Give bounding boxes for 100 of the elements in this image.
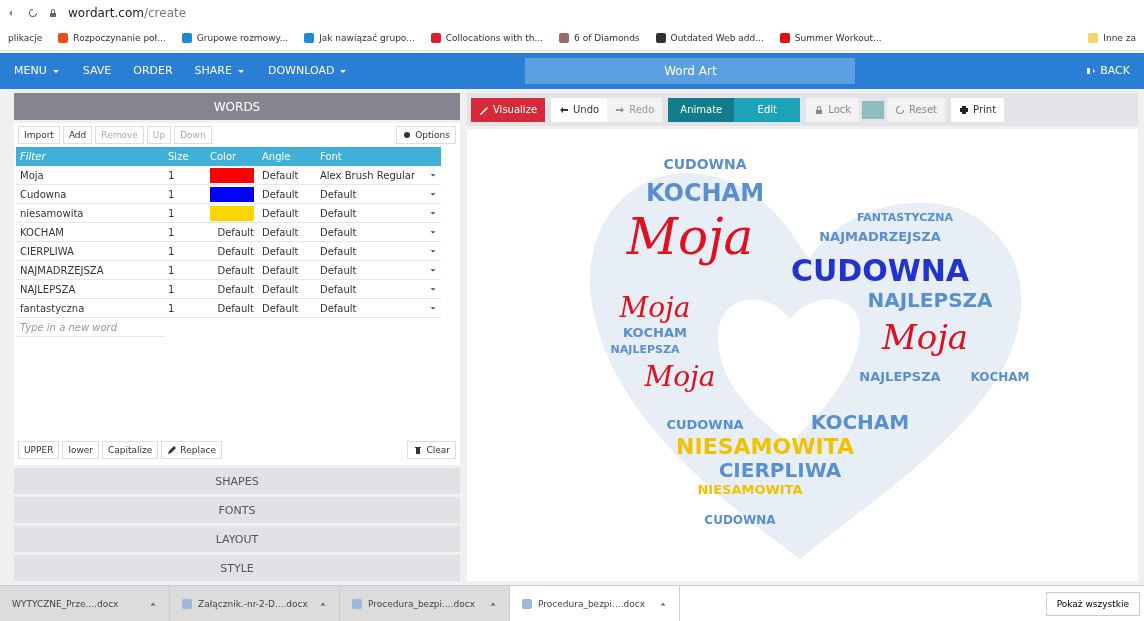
table-cell: Default <box>258 280 316 299</box>
font-dropdown[interactable]: Default <box>316 242 441 261</box>
bookmark[interactable]: Collocations with th... <box>430 33 544 44</box>
cloud-word: CUDOWNA <box>663 156 747 172</box>
caret-icon <box>429 247 437 255</box>
document-icon <box>352 598 362 609</box>
table-cell: 1 <box>164 261 206 280</box>
font-dropdown[interactable]: Default <box>316 185 441 204</box>
cloud-word: NIESAMOWITA <box>697 482 803 497</box>
cloud-word: NAJMADRZEJSZA <box>819 229 941 244</box>
download-item[interactable]: Procedura_bezpi....docx <box>340 585 510 621</box>
table-cell: Moja <box>16 166 164 185</box>
show-all-button[interactable]: Pokaż wszystkie <box>1045 591 1140 616</box>
table-cell: Default <box>258 166 316 185</box>
cloud-word: CIERPLIWA <box>718 458 842 482</box>
caret-icon <box>429 285 437 293</box>
font-dropdown[interactable]: Default <box>316 223 441 242</box>
cloud-word: Moja <box>626 208 754 266</box>
color-swatch[interactable] <box>210 167 254 183</box>
font-dropdown[interactable]: Alex Brush Regular <box>316 166 441 185</box>
cloud-word: KOCHAM <box>970 370 1030 384</box>
url-field[interactable]: wordart.com/create <box>68 6 187 21</box>
replace-button[interactable]: Replace <box>161 441 222 459</box>
cloud-word: Moja <box>881 317 969 357</box>
options-button[interactable]: Options <box>396 126 456 144</box>
cloud-word: KOCHAM <box>810 410 910 434</box>
table-cell: Default <box>258 204 316 223</box>
nav-button[interactable]: MENU <box>14 64 61 78</box>
download-item[interactable]: Załącznik.-nr-2-D....docx <box>170 585 340 621</box>
font-dropdown[interactable]: Default <box>316 204 441 223</box>
color-swatch[interactable] <box>210 186 254 202</box>
nav-button[interactable]: ORDER <box>133 64 173 78</box>
reset-icon <box>895 104 906 115</box>
file-name: WYTYCZNE_Prze....docx <box>12 598 119 609</box>
file-name: Załącznik.-nr-2-D....docx <box>198 598 308 609</box>
cloud-word: CUDOWNA <box>704 513 776 527</box>
app-title: Word Art <box>525 57 856 84</box>
cloud-word: Moja <box>619 291 691 324</box>
cloud-word: NAJLEPSZA <box>610 343 680 356</box>
lock-icon <box>814 104 825 115</box>
table-cell: Default <box>258 261 316 280</box>
font-dropdown[interactable]: Default <box>316 299 441 318</box>
bookmark[interactable]: Grupowe rozmowy... <box>181 33 289 44</box>
section-header[interactable]: FONTS <box>14 497 460 523</box>
section-header[interactable]: STYLE <box>14 555 460 581</box>
caret-icon <box>429 209 437 217</box>
reload-icon <box>28 8 38 19</box>
bookmark[interactable]: Jak nawiązać grupo... <box>304 33 415 44</box>
back-button[interactable]: BACK <box>1086 64 1130 78</box>
section-header[interactable]: SHAPES <box>14 468 460 494</box>
table-cell: 1 <box>164 242 206 261</box>
caret-icon <box>429 266 437 274</box>
table-cell: 1 <box>164 166 206 185</box>
nav-button[interactable]: DOWNLOAD <box>267 64 349 78</box>
table-cell: Default <box>258 299 316 318</box>
bookmark[interactable]: plikacje <box>8 33 43 44</box>
words-header[interactable]: WORDS <box>14 93 460 120</box>
cloud-word: KOCHAM <box>645 179 765 207</box>
nav-button[interactable]: SHARE <box>194 64 246 78</box>
bookmark[interactable]: Outdated Web add... <box>655 33 764 44</box>
table-cell: Cudowna <box>16 185 164 204</box>
case-button[interactable]: Capitalize <box>102 441 159 459</box>
bookmark[interactable]: Summer Workout... <box>779 33 882 44</box>
case-button[interactable]: UPPER <box>18 441 60 459</box>
table-cell: Default <box>206 261 258 280</box>
font-dropdown[interactable]: Default <box>316 261 441 280</box>
bookmark[interactable]: Rozpoczynanie poł... <box>58 33 166 44</box>
exit-icon <box>1086 65 1097 76</box>
cloud-word: NAJLEPSZA <box>867 288 993 312</box>
cloud-word: NAJLEPSZA <box>859 369 941 384</box>
font-dropdown[interactable]: Default <box>316 280 441 299</box>
document-icon <box>522 598 532 609</box>
cloud-word: FANTASTYCZNA <box>857 211 953 224</box>
toolbar-button[interactable]: Add <box>62 126 93 144</box>
undo-button[interactable]: Undo <box>551 97 608 122</box>
print-button[interactable]: Print <box>951 97 1005 122</box>
table-cell: Default <box>206 223 258 242</box>
section-header[interactable]: LAYOUT <box>14 526 460 552</box>
table-cell: niesamowita <box>16 204 164 223</box>
download-item[interactable]: WYTYCZNE_Prze....docx <box>0 585 170 621</box>
cloud-word: Moja <box>644 360 716 393</box>
case-button[interactable]: lower <box>62 441 99 459</box>
edit-icon <box>167 445 178 455</box>
color-swatch[interactable] <box>862 100 885 119</box>
nav-button[interactable]: SAVE <box>82 64 112 78</box>
visualize-button[interactable]: Visualize <box>471 97 546 122</box>
clear-button[interactable]: Clear <box>407 441 456 459</box>
cloud-word: NIESAMOWITA <box>676 434 854 459</box>
file-name: Procedura_bezpi....docx <box>368 598 476 609</box>
table-cell: NAJLEPSZA <box>16 280 164 299</box>
toolbar-button[interactable]: Import <box>18 126 60 144</box>
bookmark[interactable]: 6 of Diamonds <box>559 33 640 44</box>
caret-icon <box>429 190 437 198</box>
color-swatch[interactable] <box>210 205 254 221</box>
cloud-word: CUDOWNA <box>790 253 970 288</box>
table-cell: CIERPLIWA <box>16 242 164 261</box>
mode-tab[interactable]: Animate <box>668 97 735 122</box>
table-cell: 1 <box>164 185 206 204</box>
bookmark[interactable]: Inne za <box>1088 33 1136 44</box>
magic-wand-icon <box>479 104 489 115</box>
